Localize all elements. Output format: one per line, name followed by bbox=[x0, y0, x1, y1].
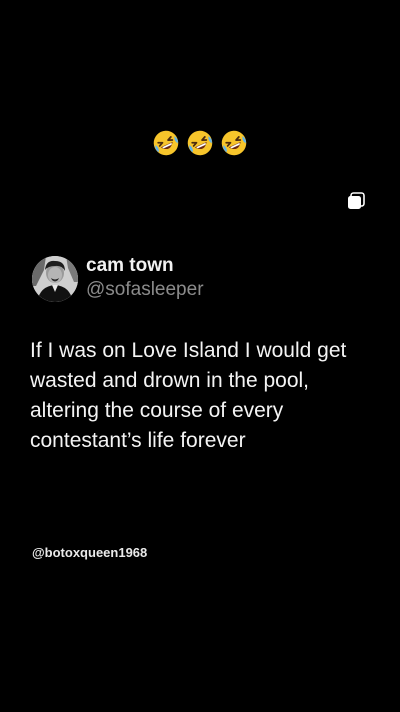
tweet-text: If I was on Love Island I would get wast… bbox=[30, 339, 347, 452]
rolling-laughing-emoji-icon bbox=[221, 130, 247, 155]
profile-photo-icon bbox=[32, 255, 78, 302]
display-name[interactable]: cam town bbox=[86, 255, 204, 277]
user-handle[interactable]: @sofasleeper bbox=[86, 278, 204, 302]
rolling-laughing-emoji-icon bbox=[187, 130, 213, 155]
watermark-handle: @botoxqueen1968 bbox=[32, 545, 148, 560]
tweet-author: cam town @sofasleeper bbox=[86, 255, 204, 302]
rolling-laughing-emoji-icon bbox=[153, 130, 179, 155]
avatar[interactable] bbox=[32, 255, 78, 302]
tweet-header: cam town @sofasleeper bbox=[32, 255, 204, 302]
emoji-caption bbox=[0, 124, 400, 158]
multiple-media-icon[interactable] bbox=[346, 191, 366, 211]
